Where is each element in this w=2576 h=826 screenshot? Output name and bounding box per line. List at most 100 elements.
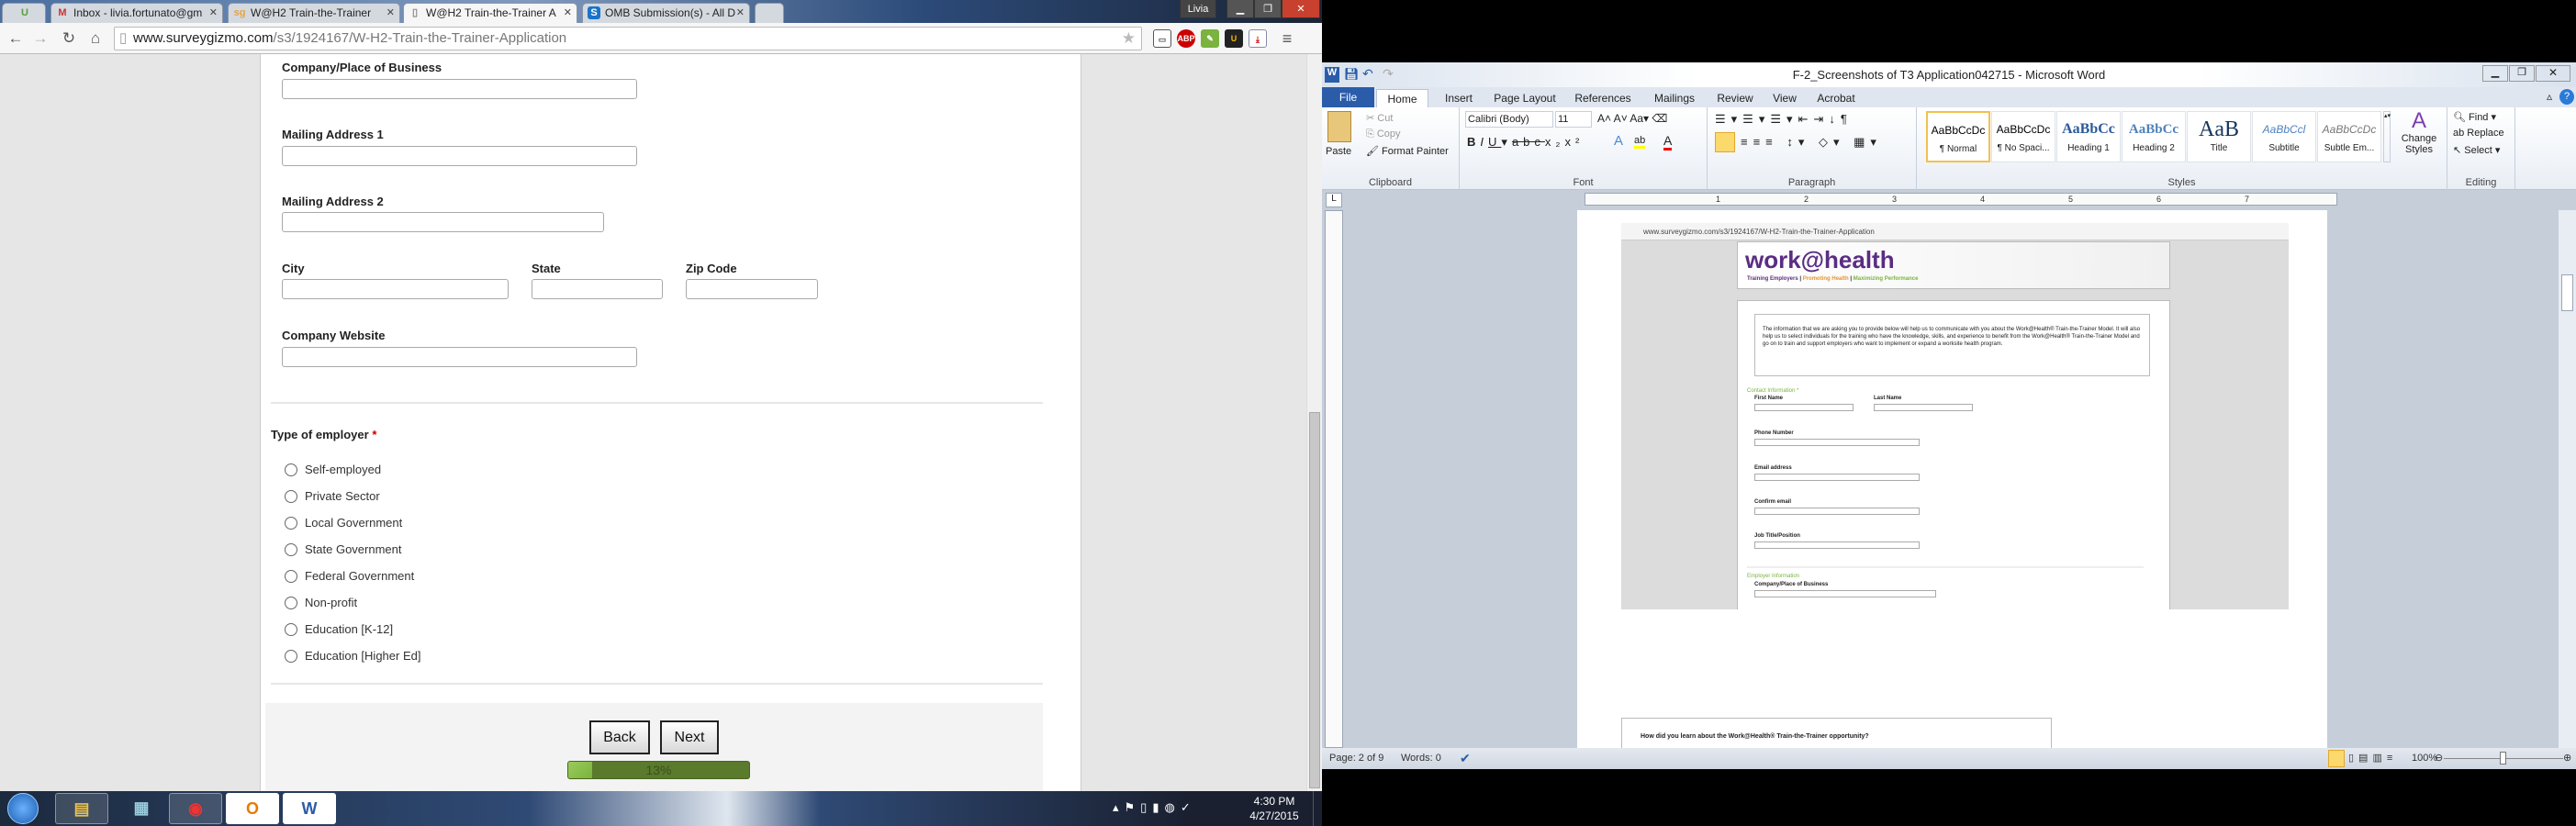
alignment-buttons[interactable]: ≡≡≡ ↕▾ ◇▾ ▦▾ [1741, 135, 1882, 150]
evernote-icon[interactable]: ✎ [1201, 29, 1219, 48]
taskbar-clock[interactable]: 4:30 PM 4/27/2015 [1239, 794, 1309, 823]
style-item[interactable]: AaBbCc Heading 1 [2056, 111, 2121, 162]
forward-icon[interactable]: → [30, 28, 50, 49]
ribbon-tab-mailings[interactable]: Mailings [1645, 89, 1704, 107]
company-input[interactable] [282, 79, 637, 99]
bookmark-star-icon[interactable]: ★ [1122, 28, 1136, 50]
font-color-icon[interactable]: A [1663, 133, 1673, 151]
ribbon-tab-view[interactable]: View [1766, 89, 1803, 107]
back-button[interactable]: Back [589, 720, 650, 754]
tab-pinned[interactable]: U [2, 3, 46, 23]
paste-button[interactable]: Paste [1326, 146, 1351, 157]
word-count[interactable]: Words: 0 [1401, 748, 1441, 769]
cast-icon[interactable]: ▭ [1153, 29, 1171, 48]
page-scrollbar[interactable] [1306, 54, 1322, 791]
style-item[interactable]: AaBbCcl Subtitle [2252, 111, 2316, 162]
ribbon-tab-review[interactable]: Review [1711, 89, 1759, 107]
employer-type-radio[interactable] [285, 597, 297, 609]
style-item[interactable]: AaB Title [2187, 111, 2251, 162]
employer-type-radio[interactable] [285, 650, 297, 663]
ribbon-tab-page-layout[interactable]: Page Layout [1489, 89, 1561, 107]
address1-input[interactable] [282, 146, 637, 166]
ribbon-tab-acrobat[interactable]: Acrobat [1810, 89, 1862, 107]
ribbon-tab-home[interactable]: Home [1376, 89, 1428, 107]
employer-type-option-label[interactable]: Federal Government [305, 569, 414, 583]
taskbar-outlook-icon[interactable]: O [226, 793, 279, 824]
reload-icon[interactable]: ↻ [59, 28, 79, 49]
menu-icon[interactable]: ≡ [1278, 29, 1296, 48]
close-button[interactable]: ✕ [1282, 0, 1320, 18]
style-item[interactable]: AaBbCcDc ¶ No Spaci... [1991, 111, 2055, 162]
zoom-in-icon[interactable]: ⊕ [2563, 748, 2571, 769]
scrollbar-thumb[interactable] [2561, 274, 2573, 311]
cut-button[interactable]: ✂ Cut [1366, 112, 1393, 124]
zoom-level[interactable]: 100% [2412, 748, 2437, 769]
style-item[interactable]: AaBbCcDc ¶ Normal [1926, 111, 1990, 162]
print-layout-button[interactable] [2328, 750, 2345, 767]
address-bar[interactable]: ▯ www.surveygizmo.com/s3/1924167/W-H2-Tr… [114, 27, 1142, 50]
employer-type-option-label[interactable]: State Government [305, 542, 402, 556]
employer-type-radio[interactable] [285, 490, 297, 503]
horizontal-ruler[interactable]: 1 2 3 4 5 6 7 [1585, 193, 2337, 206]
extension-u-icon[interactable]: U [1225, 29, 1243, 48]
replace-button[interactable]: ab Replace [2453, 128, 2504, 139]
select-button[interactable]: ↖ Select ▾ [2453, 144, 2500, 156]
zip-input[interactable] [686, 279, 818, 299]
close-tab-icon[interactable]: ✕ [386, 4, 395, 23]
adblock-plus-icon[interactable]: ABP [1177, 29, 1195, 48]
employer-type-option-label[interactable]: Education [K-12] [305, 622, 393, 636]
change-styles-button[interactable]: A Change Styles [2396, 109, 2442, 156]
font-format-buttons[interactable]: BIU▾abcx₂x² [1467, 135, 1584, 150]
close-tab-icon[interactable]: ✕ [564, 4, 572, 23]
grow-shrink-font-icons[interactable]: A˄ A˅ Aa▾ ⌫ [1597, 112, 1667, 125]
word-minimize-button[interactable]: ▁ [2482, 65, 2508, 82]
tab-omb[interactable]: S OMB Submission(s) - All D ✕ [582, 3, 750, 23]
city-input[interactable] [282, 279, 509, 299]
proofing-icon[interactable]: ✔ [1460, 748, 1471, 769]
tab-selector[interactable]: L [1326, 193, 1342, 207]
tab-active-application[interactable]: ▯ W@H2 Train-the-Trainer A ✕ [403, 3, 577, 23]
find-button[interactable]: 🔍︎ Find ▾ [2453, 111, 2496, 123]
employer-type-option-label[interactable]: Self-employed [305, 463, 381, 476]
zoom-slider-thumb[interactable] [2500, 752, 2506, 765]
employer-type-option-label[interactable]: Education [Higher Ed] [305, 649, 420, 663]
copy-button[interactable]: ⎘ Copy [1366, 128, 1401, 140]
word-restore-button[interactable]: ❐ [2509, 65, 2535, 82]
ribbon-tab-file[interactable]: File [1322, 87, 1374, 107]
taskbar-calculator-icon[interactable]: ▦ [115, 793, 168, 824]
font-name-select[interactable]: Calibri (Body) [1465, 111, 1553, 128]
page-count[interactable]: Page: 2 of 9 [1329, 748, 1383, 769]
start-button[interactable] [7, 793, 39, 824]
minimize-ribbon-icon[interactable]: ▵ [2547, 90, 2552, 103]
align-left-button[interactable] [1715, 132, 1735, 152]
ribbon-tab-references[interactable]: References [1568, 89, 1638, 107]
text-effects-icon[interactable]: A [1614, 133, 1623, 149]
style-item[interactable]: AaBbCcDc Subtle Em... [2317, 111, 2381, 162]
next-button[interactable]: Next [660, 720, 719, 754]
minimize-button[interactable]: ▁ [1226, 0, 1254, 18]
address2-input[interactable] [282, 212, 604, 232]
maximize-button[interactable]: ❐ [1254, 0, 1282, 18]
employer-type-option-label[interactable]: Private Sector [305, 489, 380, 503]
employer-type-radio[interactable] [285, 543, 297, 556]
pdf-extension-icon[interactable]: ⤓ [1249, 29, 1267, 48]
paste-icon[interactable] [1327, 111, 1351, 142]
back-icon[interactable]: ← [6, 28, 26, 49]
employer-type-option-label[interactable]: Non-profit [305, 596, 357, 609]
employer-type-option-label[interactable]: Local Government [305, 516, 402, 530]
profile-button[interactable]: Livia [1180, 0, 1216, 18]
list-indent-buttons[interactable]: ☰▾☰▾☰▾⇤⇥↓¶ [1715, 112, 1853, 127]
system-tray-icons[interactable]: ▴⚑▯▮◍✓ [1113, 800, 1196, 815]
website-input[interactable] [282, 347, 637, 367]
zoom-out-icon[interactable]: ⊖ [2435, 748, 2443, 769]
styles-scroll[interactable]: ▴▾ [2383, 111, 2391, 162]
word-close-button[interactable]: ✕ [2536, 65, 2570, 82]
document-scrollbar[interactable] [2559, 210, 2576, 748]
close-tab-icon[interactable]: ✕ [209, 4, 218, 23]
close-tab-icon[interactable]: ✕ [736, 4, 745, 23]
taskbar-explorer-icon[interactable]: ▤ [55, 793, 108, 824]
taskbar-word-icon[interactable]: W [283, 793, 336, 824]
show-desktop-button[interactable] [1313, 791, 1322, 826]
ribbon-tab-insert[interactable]: Insert [1436, 89, 1482, 107]
view-buttons[interactable]: ▯▤▥≡ [2348, 748, 2397, 769]
